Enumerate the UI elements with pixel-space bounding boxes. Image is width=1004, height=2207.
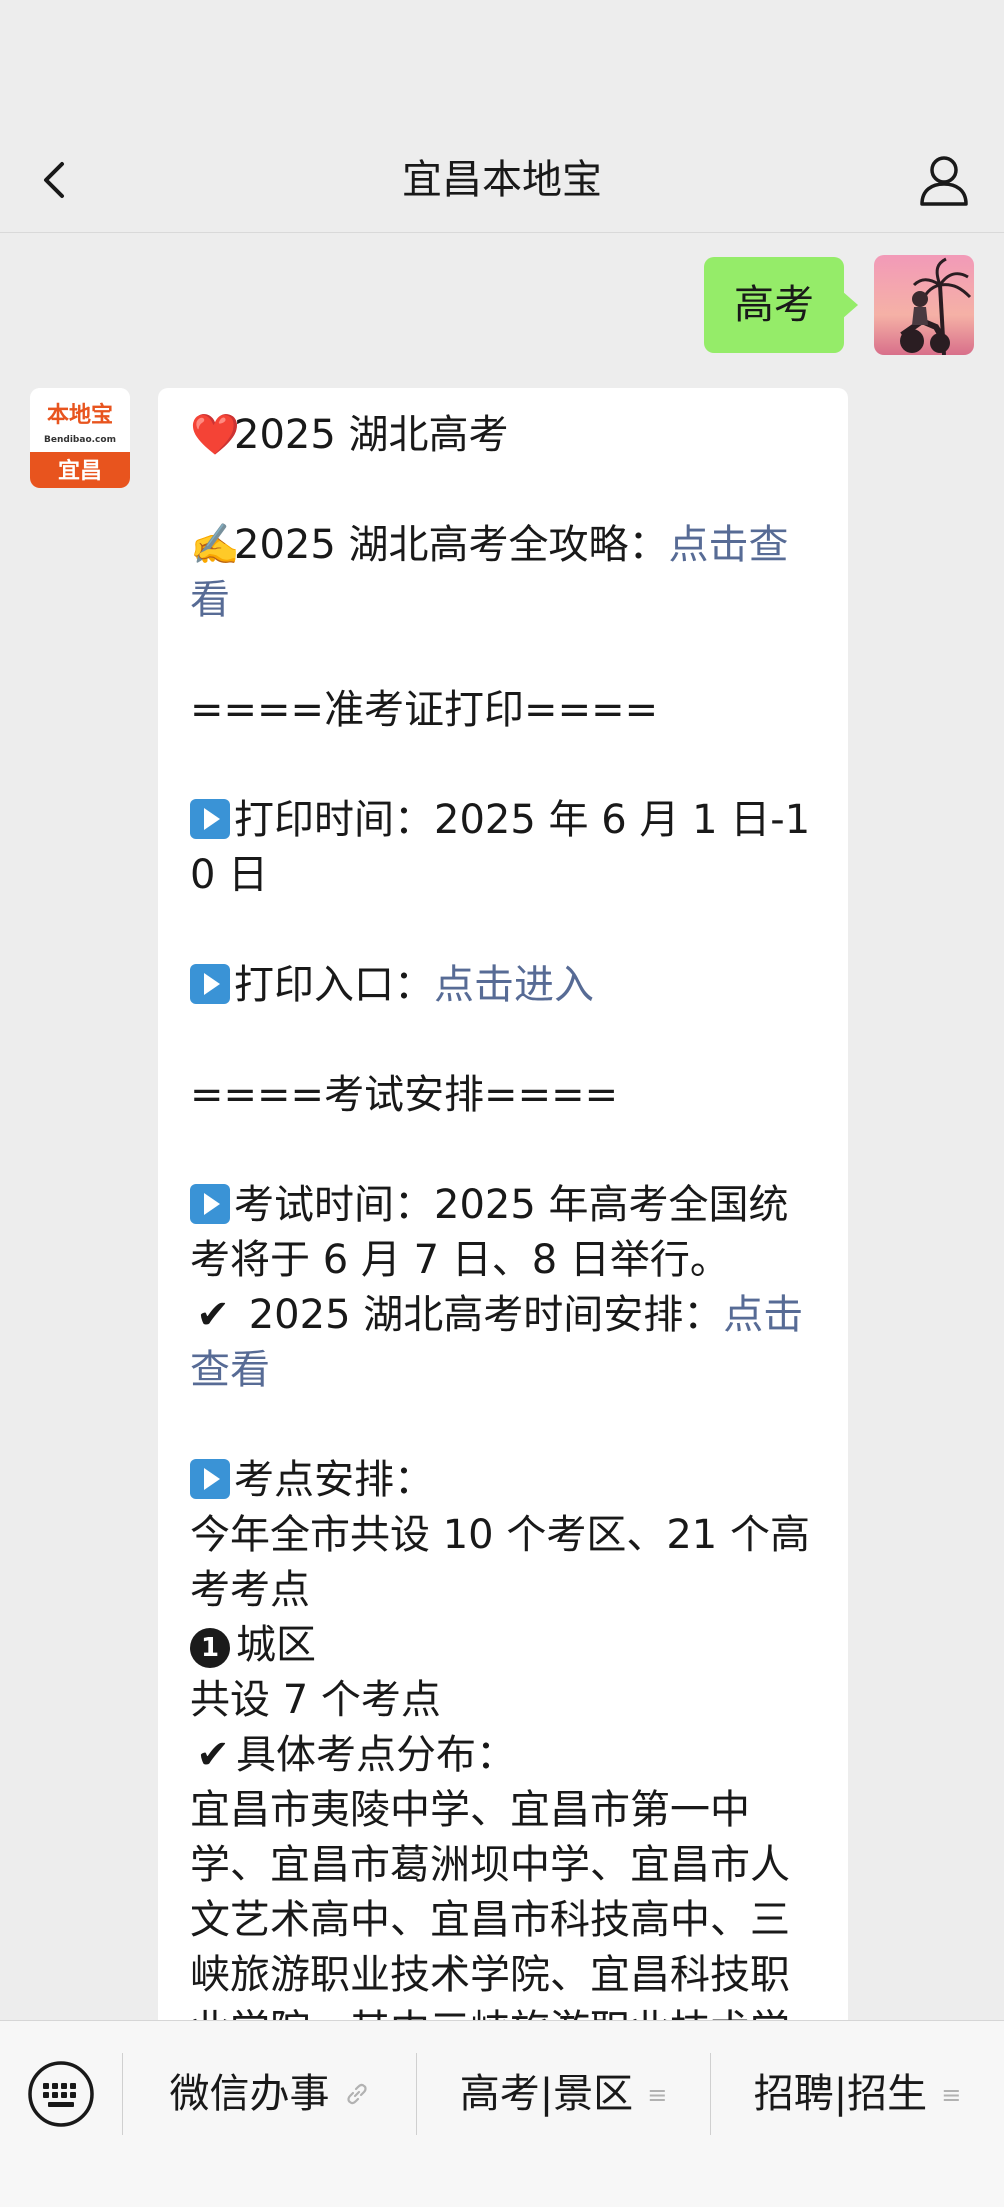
incoming-bubble[interactable]: ❤️2025 湖北高考 ✍️2025 湖北高考全攻略：点击查看 ====准考证打… bbox=[158, 388, 848, 2020]
keyboard-button[interactable] bbox=[26, 2059, 96, 2129]
bottom-menu-bar: 微信办事 高考|景区 ≡ 招聘|招生 ≡ bbox=[0, 2020, 1004, 2207]
menu-item-gaokao-scenic[interactable]: 高考|景区 ≡ bbox=[417, 2021, 710, 2167]
menu-lines-icon: ≡ bbox=[941, 2081, 962, 2109]
bendibao-logo-icon: 本地宝 Bendibao.com 宜昌 bbox=[30, 388, 130, 488]
play-icon bbox=[190, 799, 230, 839]
svg-text:Bendibao.com: Bendibao.com bbox=[44, 435, 116, 445]
svg-text:本地宝: 本地宝 bbox=[47, 402, 113, 428]
chat-area[interactable]: 高考 本地宝 Bendibao.com 宜昌 ❤️2025 湖北高考 ✍️202… bbox=[0, 233, 1004, 2020]
page-title: 宜昌本地宝 bbox=[402, 157, 602, 203]
print-entry-line: 打印入口：点击进入 bbox=[190, 958, 818, 1013]
number-one-icon: 1 bbox=[190, 1628, 230, 1668]
nav-bar: 宜昌本地宝 bbox=[0, 128, 1004, 233]
schedule-line: ✔ 2025 湖北高考时间安排：点击查看 bbox=[190, 1288, 818, 1398]
user-avatar[interactable] bbox=[874, 255, 974, 355]
person-icon bbox=[920, 156, 968, 206]
menu-item-wechat-services[interactable]: 微信办事 bbox=[123, 2021, 416, 2167]
menu-item-jobs-admissions[interactable]: 招聘|招生 ≡ bbox=[711, 2021, 1004, 2167]
writing-hand-icon: ✍️ bbox=[190, 522, 240, 568]
print-entry-link[interactable]: 点击进入 bbox=[434, 962, 594, 1008]
section-exam: ====考试安排==== bbox=[190, 1072, 619, 1118]
section-admission: ====准考证打印==== bbox=[190, 687, 659, 733]
link-icon bbox=[344, 2022, 370, 2168]
print-time-line: 打印时间：2025 年 6 月 1 日-10 日 bbox=[190, 797, 811, 898]
message-title: ❤️2025 湖北高考 bbox=[190, 408, 818, 463]
venue-title-line: 考点安排： bbox=[190, 1453, 818, 1508]
user-avatar-image bbox=[874, 255, 974, 355]
svg-text:宜昌: 宜昌 bbox=[58, 458, 102, 484]
district-count: 共设 7 个考点 bbox=[190, 1677, 441, 1723]
guide-line: ✍️2025 湖北高考全攻略：点击查看 bbox=[190, 518, 818, 628]
outgoing-bubble[interactable]: 高考 bbox=[704, 257, 858, 353]
play-icon bbox=[190, 964, 230, 1004]
keyboard-icon bbox=[28, 2061, 94, 2127]
check-icon: ✔ bbox=[196, 1732, 230, 1778]
venue-summary: 今年全市共设 10 个考区、21 个高考考点 bbox=[190, 1512, 810, 1613]
detail-title-line: ✔ 具体考点分布： bbox=[190, 1728, 818, 1783]
menu-lines-icon: ≡ bbox=[647, 2081, 668, 2109]
play-icon bbox=[190, 1184, 230, 1224]
district-line: 1 城区 bbox=[190, 1618, 818, 1673]
status-bar-area bbox=[0, 0, 1004, 128]
profile-button[interactable] bbox=[914, 150, 974, 210]
exam-time-line: 考试时间：2025 年高考全国统考将于 6 月 7 日、8 日举行。 bbox=[190, 1182, 789, 1283]
check-icon: ✔ bbox=[196, 1292, 230, 1338]
heart-icon: ❤️ bbox=[190, 412, 240, 458]
official-account-avatar[interactable]: 本地宝 Bendibao.com 宜昌 bbox=[30, 388, 130, 488]
detail-text: 宜昌市夷陵中学、宜昌市第一中学、宜昌市葛洲坝中学、宜昌市人文艺术高中、宜昌市科技… bbox=[190, 1787, 790, 2020]
play-icon bbox=[190, 1459, 230, 1499]
